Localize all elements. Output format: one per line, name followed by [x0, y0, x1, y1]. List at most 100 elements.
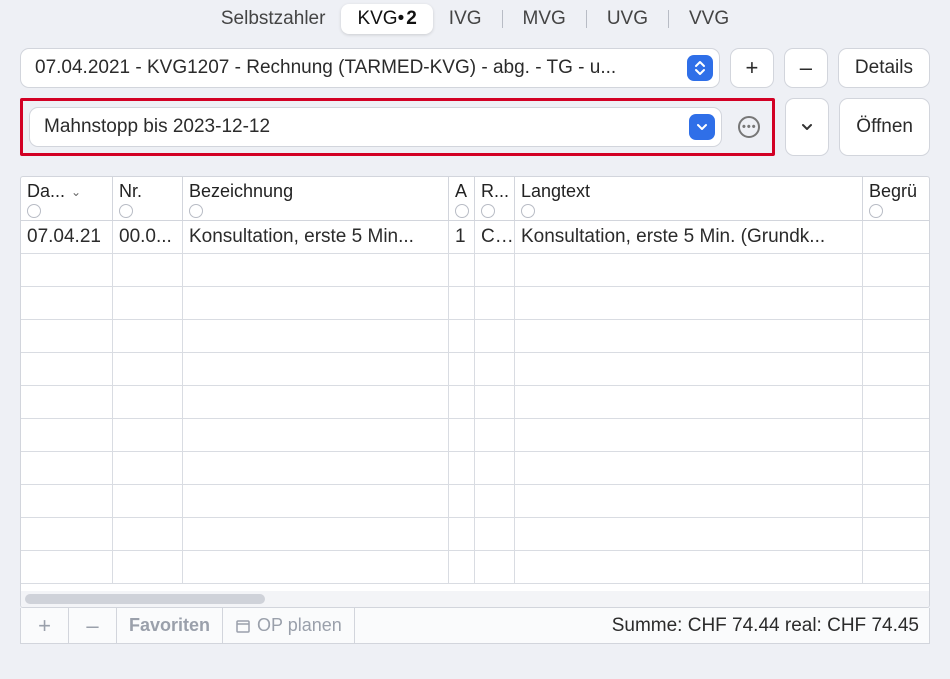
cell — [449, 518, 475, 550]
tabs-bar: Selbstzahler KVG•2 IVG MVG UVG VVG — [20, 0, 930, 38]
horizontal-scrollbar[interactable] — [21, 591, 929, 607]
cell — [863, 419, 929, 451]
table-row[interactable]: 07.04.2100.0...Konsultation, erste 5 Min… — [21, 221, 929, 254]
col-begruendung[interactable]: Begrü — [863, 177, 929, 220]
tab-selbstzahler[interactable]: Selbstzahler — [205, 4, 342, 34]
favoriten-button[interactable]: Favoriten — [117, 608, 223, 643]
cell: C... — [475, 221, 515, 253]
invoice-select[interactable]: 07.04.2021 - KVG1207 - Rechnung (TARMED-… — [20, 48, 720, 88]
cell — [183, 419, 449, 451]
tab-kvg-badge: 2 — [406, 8, 417, 30]
open-button[interactable]: Öffnen — [839, 98, 930, 156]
cell — [21, 320, 113, 352]
cell: 00.0... — [113, 221, 183, 253]
remove-invoice-button[interactable]: – — [784, 48, 828, 88]
cell — [475, 518, 515, 550]
col-nr[interactable]: Nr. — [113, 177, 183, 220]
cell — [515, 287, 863, 319]
cell — [21, 287, 113, 319]
ellipsis-icon: ••• — [738, 116, 760, 138]
table-row[interactable] — [21, 254, 929, 287]
col-date-label: Da... — [27, 181, 65, 202]
positions-table: Da... ⌄ Nr. Bezeichnung A R... Langtext B… — [20, 176, 930, 608]
cell — [113, 518, 183, 550]
cell — [113, 452, 183, 484]
table-row[interactable] — [21, 419, 929, 452]
col-bezeichnung[interactable]: Bezeichnung — [183, 177, 449, 220]
filter-circle-icon[interactable] — [27, 204, 41, 218]
cell — [475, 320, 515, 352]
cell — [449, 254, 475, 286]
table-row[interactable] — [21, 287, 929, 320]
filter-circle-icon[interactable] — [455, 204, 469, 218]
table-row[interactable] — [21, 551, 929, 584]
table-row[interactable] — [21, 452, 929, 485]
calendar-icon — [235, 618, 251, 634]
cell — [515, 551, 863, 583]
cell — [863, 320, 929, 352]
tab-vvg[interactable]: VVG — [673, 4, 745, 34]
sum-label: Summe: CHF 74.44 real: CHF 74.45 — [612, 608, 929, 643]
filter-circle-icon[interactable] — [119, 204, 133, 218]
cell — [863, 221, 929, 253]
tab-kvg[interactable]: KVG•2 — [341, 4, 432, 34]
cell — [183, 353, 449, 385]
cell — [515, 353, 863, 385]
cell — [113, 353, 183, 385]
col-date[interactable]: Da... ⌄ — [21, 177, 113, 220]
add-row-button[interactable]: + — [21, 608, 69, 643]
cell — [113, 419, 183, 451]
table-row[interactable] — [21, 320, 929, 353]
add-invoice-button[interactable]: + — [730, 48, 774, 88]
cell — [113, 254, 183, 286]
cell — [515, 485, 863, 517]
cell — [449, 287, 475, 319]
sort-desc-icon: ⌄ — [71, 185, 81, 199]
cell — [515, 386, 863, 418]
col-r[interactable]: R... — [475, 177, 515, 220]
minus-icon: – — [800, 55, 812, 81]
table-row[interactable] — [21, 353, 929, 386]
expand-button[interactable] — [785, 98, 829, 156]
col-a[interactable]: A — [449, 177, 475, 220]
cell — [21, 353, 113, 385]
cell — [515, 419, 863, 451]
col-langtext[interactable]: Langtext — [515, 177, 863, 220]
filter-circle-icon[interactable] — [189, 204, 203, 218]
cell — [515, 452, 863, 484]
table-row[interactable] — [21, 518, 929, 551]
remove-row-button[interactable]: – — [69, 608, 117, 643]
cell: Konsultation, erste 5 Min. (Grundk... — [515, 221, 863, 253]
cell — [515, 254, 863, 286]
tab-uvg[interactable]: UVG — [591, 4, 664, 34]
cell — [863, 386, 929, 418]
table-row[interactable] — [21, 386, 929, 419]
tab-separator — [668, 10, 669, 28]
plus-icon: + — [38, 613, 51, 639]
tab-kvg-label: KVG — [357, 8, 397, 30]
details-button[interactable]: Details — [838, 48, 930, 88]
cell — [515, 320, 863, 352]
cell — [183, 518, 449, 550]
cell — [113, 485, 183, 517]
tab-kvg-dotsep: • — [398, 8, 405, 30]
cell — [475, 353, 515, 385]
op-planen-button[interactable]: OP planen — [223, 608, 355, 643]
tab-mvg[interactable]: MVG — [507, 4, 582, 34]
mahnstopp-select[interactable]: Mahnstopp bis 2023-12-12 — [29, 107, 722, 147]
scrollbar-thumb[interactable] — [25, 594, 265, 604]
footer-toolbar: + – Favoriten OP planen Summe: CHF 74.44… — [20, 608, 930, 644]
cell — [475, 452, 515, 484]
cell — [449, 452, 475, 484]
minus-icon: – — [86, 613, 98, 639]
filter-circle-icon[interactable] — [869, 204, 883, 218]
cell — [449, 386, 475, 418]
highlighted-region: Mahnstopp bis 2023-12-12 ••• — [20, 98, 775, 156]
cell — [475, 551, 515, 583]
table-row[interactable] — [21, 485, 929, 518]
tab-ivg[interactable]: IVG — [433, 4, 498, 34]
more-options-button[interactable]: ••• — [732, 107, 766, 147]
filter-circle-icon[interactable] — [481, 204, 495, 218]
filter-circle-icon[interactable] — [521, 204, 535, 218]
cell — [863, 287, 929, 319]
